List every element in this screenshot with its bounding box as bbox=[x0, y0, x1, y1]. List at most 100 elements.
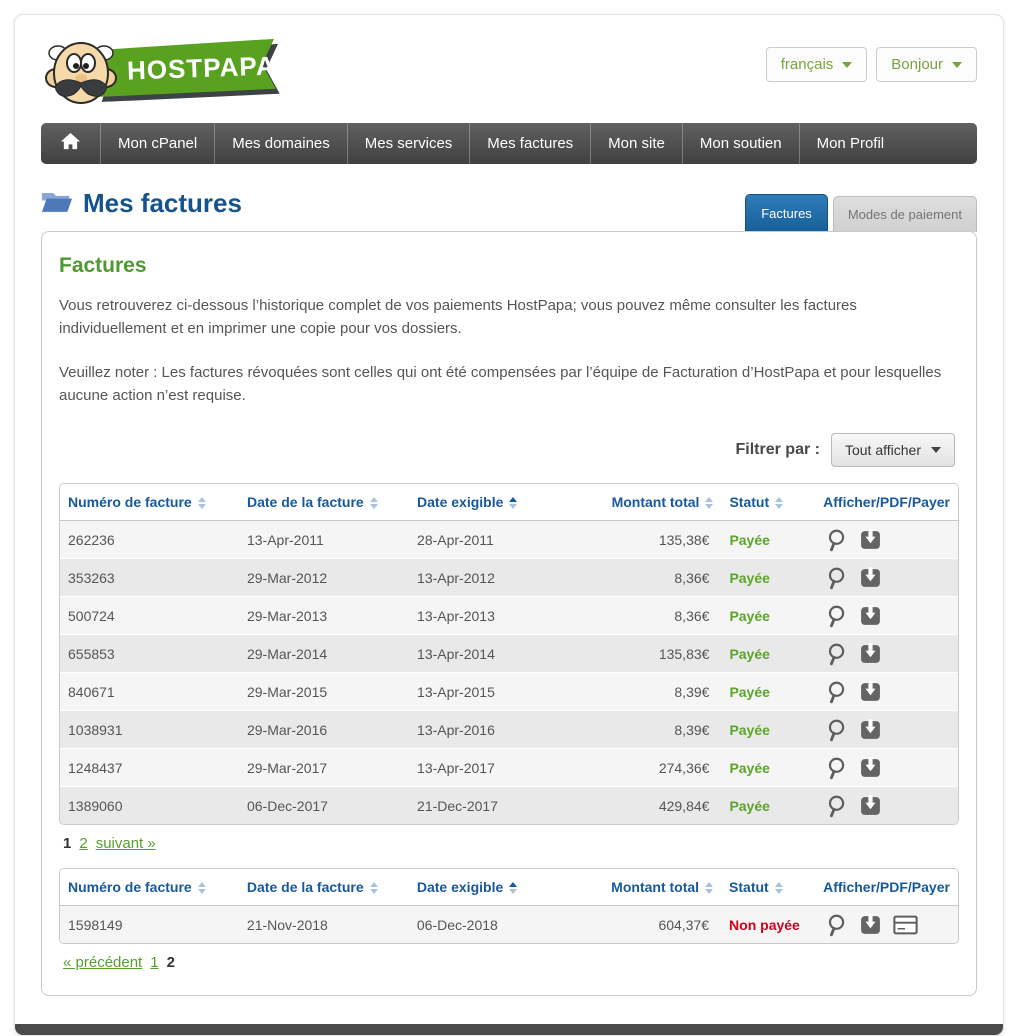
pagination-link-precedent[interactable]: « précédent bbox=[63, 954, 142, 971]
column-header-date-exigible[interactable]: Date exigible bbox=[409, 484, 570, 521]
download-pdf-icon[interactable] bbox=[858, 755, 883, 780]
invoice-number: 1038931 bbox=[60, 711, 239, 749]
caret-down-icon bbox=[952, 62, 962, 68]
invoice-row: 1248437 29-Mar-2017 13-Apr-2017 274,36€ … bbox=[60, 749, 958, 787]
pagination-top: 12suivant » bbox=[63, 835, 955, 852]
nav-item-mon-profil[interactable]: Mon Profil bbox=[799, 123, 902, 164]
download-pdf-icon[interactable] bbox=[858, 679, 883, 704]
invoice-number: 262236 bbox=[60, 521, 239, 559]
due-date: 13-Apr-2015 bbox=[409, 673, 570, 711]
main-nav-items: Mon cPanelMes domainesMes servicesMes fa… bbox=[100, 123, 901, 164]
actions-cell bbox=[815, 521, 958, 559]
status-badge: Payée bbox=[729, 532, 769, 548]
column-header-montant-total[interactable]: Montant total bbox=[569, 869, 721, 906]
column-header-montant-total[interactable]: Montant total bbox=[570, 484, 722, 521]
due-date: 13-Apr-2012 bbox=[409, 559, 570, 597]
column-header-numero-de-facture[interactable]: Numéro de facture bbox=[60, 869, 239, 906]
download-pdf-icon[interactable] bbox=[858, 641, 883, 666]
status-badge: Payée bbox=[729, 646, 769, 662]
magnifier-view-icon[interactable] bbox=[823, 565, 848, 590]
status-cell: Payée bbox=[721, 673, 815, 711]
tab-factures[interactable]: Factures bbox=[745, 194, 828, 232]
pay-credit-card-icon[interactable] bbox=[893, 912, 918, 937]
invoice-row: 840671 29-Mar-2015 13-Apr-2015 8,39€ Pay… bbox=[60, 673, 958, 711]
sort-arrows-icon bbox=[198, 497, 206, 509]
status-cell: Payée bbox=[721, 749, 815, 787]
due-date: 13-Apr-2016 bbox=[409, 711, 570, 749]
sort-arrows-icon bbox=[705, 497, 713, 509]
download-pdf-icon[interactable] bbox=[858, 565, 883, 590]
magnifier-view-icon[interactable] bbox=[823, 717, 848, 742]
due-date: 28-Apr-2011 bbox=[409, 521, 570, 559]
column-header-date-exigible[interactable]: Date exigible bbox=[409, 869, 569, 906]
greeting-dropdown[interactable]: Bonjour bbox=[876, 47, 977, 82]
column-header-afficher-pdf-payer: Afficher/PDF/Payer bbox=[815, 869, 958, 906]
status-badge: Payée bbox=[729, 684, 769, 700]
nav-item-mes-domaines[interactable]: Mes domaines bbox=[214, 123, 347, 164]
magnifier-view-icon[interactable] bbox=[823, 527, 848, 552]
tab-modes-de-paiement[interactable]: Modes de paiement bbox=[833, 196, 977, 232]
folder-icon bbox=[41, 189, 73, 219]
download-pdf-icon[interactable] bbox=[858, 793, 883, 818]
column-header-date-de-la-facture[interactable]: Date de la facture bbox=[239, 484, 409, 521]
pagination-bottom: « précédent12 bbox=[63, 954, 955, 971]
status-badge: Payée bbox=[729, 722, 769, 738]
page-card: HOSTPAPA français bbox=[14, 14, 1004, 1036]
magnifier-view-icon[interactable] bbox=[823, 912, 848, 937]
sort-arrows-icon bbox=[775, 497, 783, 509]
column-header-date-de-la-facture[interactable]: Date de la facture bbox=[239, 869, 409, 906]
invoice-date: 29-Mar-2016 bbox=[239, 711, 409, 749]
caret-down-icon bbox=[931, 447, 941, 453]
filter-dropdown-value: Tout afficher bbox=[845, 442, 921, 458]
nav-item-mes-factures[interactable]: Mes factures bbox=[469, 123, 590, 164]
column-header-statut[interactable]: Statut bbox=[721, 484, 815, 521]
invoice-row: 262236 13-Apr-2011 28-Apr-2011 135,38€ P… bbox=[60, 521, 958, 559]
magnifier-view-icon[interactable] bbox=[823, 793, 848, 818]
nav-item-mon-site[interactable]: Mon site bbox=[590, 123, 682, 164]
due-date: 13-Apr-2013 bbox=[409, 597, 570, 635]
nav-item-mon-soutien[interactable]: Mon soutien bbox=[682, 123, 799, 164]
column-header-numero-de-facture[interactable]: Numéro de facture bbox=[60, 484, 239, 521]
magnifier-view-icon[interactable] bbox=[823, 679, 848, 704]
magnifier-view-icon[interactable] bbox=[823, 603, 848, 628]
amount-total: 604,37€ bbox=[569, 906, 721, 944]
invoice-row: 500724 29-Mar-2013 13-Apr-2013 8,36€ Pay… bbox=[60, 597, 958, 635]
status-badge: Payée bbox=[729, 570, 769, 586]
due-date: 13-Apr-2017 bbox=[409, 749, 570, 787]
download-pdf-icon[interactable] bbox=[858, 717, 883, 742]
download-pdf-icon[interactable] bbox=[858, 912, 883, 937]
sort-arrows-icon bbox=[370, 882, 378, 894]
magnifier-view-icon[interactable] bbox=[823, 641, 848, 666]
language-dropdown[interactable]: français bbox=[766, 47, 868, 82]
filter-dropdown[interactable]: Tout afficher bbox=[831, 433, 955, 467]
status-badge: Payée bbox=[729, 798, 769, 814]
panel-heading: Factures bbox=[59, 254, 959, 278]
nav-item-mon-cpanel[interactable]: Mon cPanel bbox=[100, 123, 214, 164]
filter-row: Filtrer par : Tout afficher bbox=[63, 433, 955, 467]
hostpapa-logo[interactable]: HOSTPAPA bbox=[41, 33, 281, 109]
invoice-date: 21-Nov-2018 bbox=[239, 906, 409, 944]
pagination-link-1[interactable]: 1 bbox=[150, 954, 158, 971]
amount-total: 8,39€ bbox=[570, 711, 722, 749]
filter-label: Filtrer par : bbox=[736, 441, 820, 459]
invoice-number: 1248437 bbox=[60, 749, 239, 787]
nav-item-mes-services[interactable]: Mes services bbox=[347, 123, 470, 164]
download-pdf-icon[interactable] bbox=[858, 603, 883, 628]
pagination-link-2[interactable]: 2 bbox=[79, 835, 87, 852]
amount-total: 8,36€ bbox=[570, 597, 722, 635]
column-header-statut[interactable]: Statut bbox=[721, 869, 815, 906]
download-pdf-icon[interactable] bbox=[858, 527, 883, 552]
invoice-date: 06-Dec-2017 bbox=[239, 787, 409, 825]
magnifier-view-icon[interactable] bbox=[823, 755, 848, 780]
due-date: 13-Apr-2014 bbox=[409, 635, 570, 673]
factures-panel: Factures Vous retrouverez ci-dessous l’h… bbox=[41, 231, 977, 996]
actions-cell bbox=[815, 787, 958, 825]
status-cell: Payée bbox=[721, 787, 815, 825]
invoice-date: 29-Mar-2013 bbox=[239, 597, 409, 635]
nav-home[interactable] bbox=[41, 123, 100, 164]
table-header-row: Numéro de factureDate de la factureDate … bbox=[60, 869, 958, 906]
pagination-link-suivant[interactable]: suivant » bbox=[96, 835, 156, 852]
sort-arrows-icon bbox=[775, 882, 783, 894]
status-badge: Non payée bbox=[729, 917, 800, 933]
status-cell: Payée bbox=[721, 559, 815, 597]
